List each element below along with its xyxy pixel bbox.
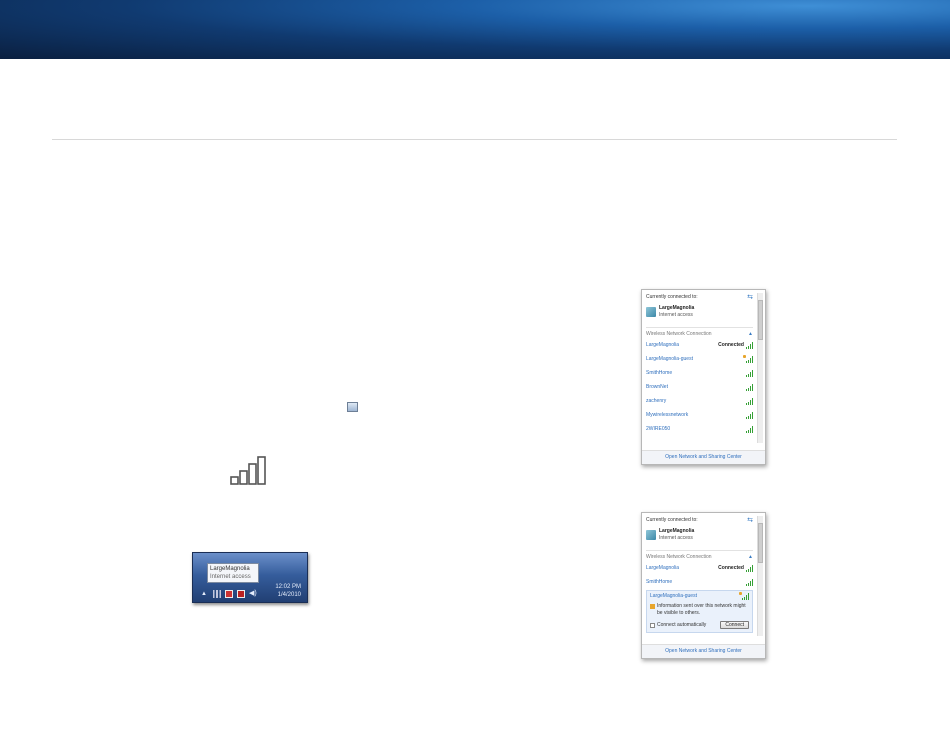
- secured-signal-icon: [743, 354, 753, 363]
- volume-icon[interactable]: ◀): [249, 590, 257, 598]
- signal-strength-icon: [746, 383, 753, 391]
- wireless-signal-bars-icon: [230, 456, 266, 485]
- expanded-network-item[interactable]: LargeMagnolia-guest Information sent ove…: [646, 590, 753, 633]
- network-name: SmithHome: [646, 369, 673, 376]
- network-status: Connected: [718, 564, 744, 571]
- network-tray-icon: [347, 402, 358, 412]
- checkbox-box[interactable]: [650, 622, 655, 628]
- network-list-panel: Currently connected to: ⇆ LargeMagnolia …: [641, 289, 766, 465]
- current-network-name: LargeMagnolia: [659, 305, 695, 311]
- action-center-icon[interactable]: [225, 590, 233, 598]
- scrollbar[interactable]: [757, 293, 763, 443]
- network-name: BrownNet: [646, 383, 668, 390]
- network-item[interactable]: zachenry: [646, 394, 753, 408]
- connect-automatically-checkbox[interactable]: Connect automatically: [650, 622, 706, 629]
- current-network-status: Internet access: [659, 312, 693, 318]
- tooltip-network-name: LargeMagnolia: [210, 566, 250, 572]
- network-name: LargeMagnolia: [646, 564, 680, 571]
- security-icon[interactable]: [237, 590, 245, 598]
- network-list: LargeMagnolia Connected SmithHome: [646, 561, 753, 589]
- network-tooltip: LargeMagnolia Internet access: [207, 563, 259, 583]
- network-list: LargeMagnolia Connected LargeMagnolia-gues…: [646, 338, 753, 436]
- section-title: Wireless Network Connection: [646, 331, 712, 337]
- open-network-center-link[interactable]: Open Network and Sharing Center: [642, 644, 765, 658]
- signal-strength-icon: [746, 397, 753, 405]
- current-connection: LargeMagnolia Internet access: [646, 528, 753, 542]
- network-status: Connected: [718, 341, 744, 348]
- wireless-section-header[interactable]: Wireless Network Connection ▲: [646, 550, 753, 561]
- signal-strength-icon: [746, 369, 753, 377]
- signal-strength-icon: [746, 425, 753, 433]
- collapse-caret-icon[interactable]: ▲: [748, 331, 753, 338]
- network-name: LargeMagnolia-guest: [646, 355, 693, 362]
- network-item[interactable]: 2WIRE050: [646, 422, 753, 436]
- signal-strength-icon: [746, 411, 753, 419]
- tray-clock[interactable]: 12:02 PM 1/4/2010: [275, 583, 301, 599]
- network-item[interactable]: SmithHome: [646, 366, 753, 380]
- expanded-network-name: LargeMagnolia-guest: [650, 593, 697, 599]
- warning-icon: [650, 604, 655, 609]
- network-name: zachenry: [646, 397, 667, 404]
- network-item[interactable]: LargeMagnolia Connected: [646, 338, 753, 352]
- network-item[interactable]: SmithHome: [646, 575, 753, 589]
- open-network-center-link[interactable]: Open Network and Sharing Center: [642, 450, 765, 464]
- currently-connected-label: Currently connected to:: [646, 517, 698, 523]
- clock-time: 12:02 PM: [275, 584, 301, 590]
- network-name: LargeMagnolia: [646, 341, 680, 348]
- clock-date: 1/4/2010: [277, 592, 301, 598]
- network-connect-panel: Currently connected to: ⇆ LargeMagnolia …: [641, 512, 766, 659]
- current-network-name: LargeMagnolia: [659, 528, 695, 534]
- signal-strength-icon: [746, 341, 753, 349]
- refresh-icon[interactable]: ⇆: [747, 517, 753, 524]
- network-item[interactable]: BrownNet: [646, 380, 753, 394]
- tooltip-network-status: Internet access: [210, 574, 251, 580]
- scrollbar-thumb[interactable]: [758, 523, 763, 563]
- checkbox-label: Connect automatically: [657, 621, 707, 628]
- connect-button[interactable]: Connect: [720, 621, 749, 629]
- current-connection: LargeMagnolia Internet access: [646, 305, 753, 319]
- show-hidden-icons-icon[interactable]: ▲: [201, 590, 209, 598]
- signal-strength-icon: [746, 578, 753, 586]
- secured-signal-icon: [739, 592, 749, 600]
- wireless-section-header[interactable]: Wireless Network Connection ▲: [646, 327, 753, 338]
- signal-strength-icon: [746, 564, 753, 572]
- network-name: SmithHome: [646, 578, 673, 585]
- warning-text: Information sent over this network might…: [657, 603, 746, 616]
- header-banner: [0, 0, 950, 59]
- network-item[interactable]: LargeMagnolia Connected: [646, 561, 753, 575]
- security-warning: Information sent over this network might…: [650, 603, 749, 617]
- network-name: Mywirelessnetwork: [646, 411, 689, 418]
- scrollbar-thumb[interactable]: [758, 300, 763, 340]
- page-divider: [52, 139, 897, 140]
- network-icon: [646, 307, 656, 317]
- network-item[interactable]: Mywirelessnetwork: [646, 408, 753, 422]
- section-title: Wireless Network Connection: [646, 554, 712, 560]
- network-icon: [646, 530, 656, 540]
- currently-connected-label: Currently connected to:: [646, 294, 698, 300]
- system-tray: ▲ ◀): [201, 590, 257, 598]
- network-item[interactable]: LargeMagnolia-guest: [646, 352, 753, 366]
- current-network-status: Internet access: [659, 535, 693, 541]
- taskbar-screenshot: LargeMagnolia Internet access ▲ ◀) 12:02…: [192, 552, 308, 603]
- network-name: 2WIRE050: [646, 425, 671, 432]
- collapse-caret-icon[interactable]: ▲: [748, 554, 753, 561]
- network-signal-icon[interactable]: [213, 590, 221, 598]
- refresh-icon[interactable]: ⇆: [747, 294, 753, 301]
- scrollbar[interactable]: [757, 516, 763, 636]
